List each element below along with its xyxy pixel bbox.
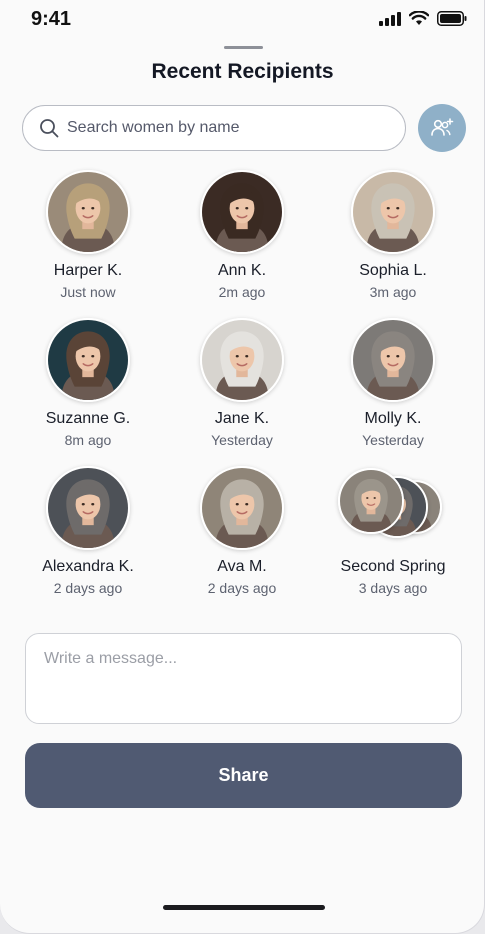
avatar: [200, 318, 284, 402]
group-avatar-stack: [338, 466, 448, 550]
avatar: [351, 170, 435, 254]
recipient-name: Molly K.: [364, 410, 422, 427]
recipient-time: 2 days ago: [53, 580, 123, 596]
group-avatar: [338, 468, 404, 534]
home-indicator[interactable]: [163, 905, 325, 910]
group-recipient-item[interactable]: Second Spring 3 days ago: [318, 466, 468, 596]
avatar: [200, 466, 284, 550]
message-field[interactable]: [25, 633, 462, 724]
recipient-time: Yesterday: [211, 432, 273, 448]
recipient-item[interactable]: Jane K. Yesterday: [167, 318, 317, 448]
wifi-icon: [408, 10, 430, 31]
recipient-time: 2 days ago: [207, 580, 277, 596]
recipient-time: 8m ago: [64, 432, 112, 448]
recipient-item[interactable]: Ava M. 2 days ago: [167, 466, 317, 596]
avatar: [46, 466, 130, 550]
recipient-item[interactable]: Molly K. Yesterday: [318, 318, 468, 448]
recipient-name: Ann K.: [217, 262, 267, 279]
sheet-title: Recent Recipients: [151, 60, 334, 83]
recipient-time: 3m ago: [369, 284, 417, 300]
recipient-name: Sophia L.: [359, 262, 427, 279]
avatar: [351, 318, 435, 402]
search-field[interactable]: [22, 105, 406, 151]
recipient-item[interactable]: Ann K. 2m ago: [167, 170, 317, 300]
recipient-item[interactable]: Suzanne G. 8m ago: [13, 318, 163, 448]
recipient-name: Suzanne G.: [45, 410, 131, 427]
recipient-name: Jane K.: [214, 410, 270, 427]
cellular-signal-icon: [379, 11, 401, 31]
recipient-time: Yesterday: [362, 432, 424, 448]
recipient-item[interactable]: Alexandra K. 2 days ago: [13, 466, 163, 596]
status-time: 9:41: [31, 8, 72, 30]
search-icon: [40, 119, 59, 138]
status-icons: [379, 10, 467, 31]
message-input[interactable]: [44, 650, 443, 707]
battery-icon: [437, 11, 467, 31]
avatar: [46, 318, 130, 402]
avatar: [46, 170, 130, 254]
sheet-grabber[interactable]: [224, 46, 263, 49]
share-sheet: 9:41 Recent Recipients Search women by n…: [0, 0, 485, 934]
recipient-time: Just now: [60, 284, 116, 300]
add-group-button[interactable]: [418, 104, 466, 152]
recipient-name: Second Spring: [340, 558, 446, 575]
recipient-name: Ava M.: [217, 558, 267, 575]
recipient-item[interactable]: Sophia L. 3m ago: [318, 170, 468, 300]
add-group-icon: [431, 118, 454, 136]
recipient-name: Alexandra K.: [42, 558, 134, 575]
status-bar: 9:41: [0, 0, 484, 42]
recipient-time: 2m ago: [218, 284, 266, 300]
avatar: [200, 170, 284, 254]
recipient-name: Harper K.: [53, 262, 123, 279]
share-button[interactable]: Share: [25, 743, 462, 808]
recipient-item[interactable]: Harper K. Just now: [13, 170, 163, 300]
recipient-time: 3 days ago: [358, 580, 428, 596]
search-input[interactable]: [67, 119, 377, 137]
